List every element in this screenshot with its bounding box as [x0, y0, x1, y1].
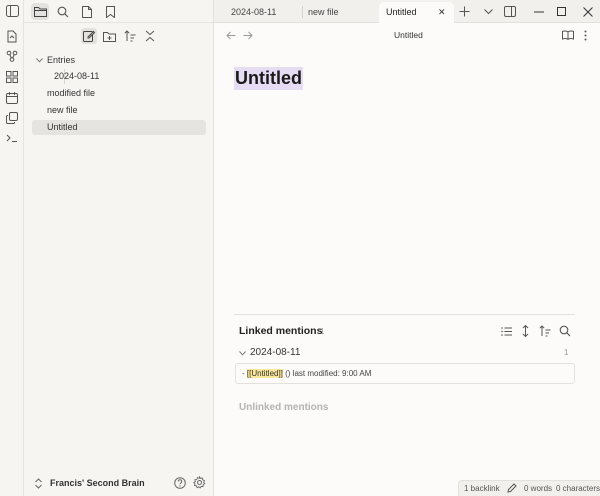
help-icon[interactable]: [174, 477, 186, 489]
backlink-count[interactable]: 1 backlink: [464, 481, 500, 496]
tab-bar: 2024-08-11 new file Untitled ✕: [214, 0, 600, 23]
mention-result[interactable]: - [[Untitled]] () last modified: 9:00 AM: [235, 363, 575, 384]
new-folder-icon[interactable]: [101, 28, 117, 44]
file-label: modified file: [47, 88, 96, 98]
file-icon[interactable]: [78, 3, 96, 20]
new-note-icon[interactable]: [81, 28, 97, 44]
graph-view-icon[interactable]: [5, 49, 19, 63]
folder-entries[interactable]: Entries: [34, 53, 206, 68]
tab-label: 2024-08-11: [231, 7, 277, 17]
tab-untitled[interactable]: Untitled ✕: [379, 2, 454, 23]
forward-arrow-icon[interactable]: [241, 28, 255, 42]
sort-icon[interactable]: [122, 28, 138, 44]
vault-switcher-bar: Francis' Second Brain: [24, 472, 214, 496]
file-sync-icon[interactable]: [5, 29, 19, 43]
bookmark-icon[interactable]: [101, 3, 119, 20]
mention-suffix: () last modified: 9:00 AM: [282, 369, 372, 378]
search-icon[interactable]: [558, 324, 572, 338]
folder-label: Entries: [47, 55, 76, 65]
chevron-down-icon: [239, 351, 246, 356]
tab-label: new file: [308, 7, 339, 17]
tab-list-chevron-icon[interactable]: [481, 4, 496, 19]
chevron-down-icon: [36, 58, 43, 63]
vault-switcher-icon[interactable]: [35, 478, 42, 489]
list-icon[interactable]: [499, 324, 513, 338]
right-sidebar-toggle-icon[interactable]: [502, 4, 517, 19]
close-tab-icon[interactable]: ✕: [438, 2, 446, 22]
search-icon[interactable]: [54, 3, 72, 20]
file-label: Untitled: [47, 122, 78, 132]
left-ribbon: [0, 0, 24, 496]
file-item-modified-file[interactable]: modified file: [47, 86, 95, 101]
word-count: 0 words: [524, 484, 553, 493]
copy-icon[interactable]: [5, 111, 19, 125]
expand-vertical-icon[interactable]: [518, 324, 532, 338]
tab-2024-08-11[interactable]: 2024-08-11: [217, 2, 303, 23]
note-title[interactable]: Untitled: [234, 67, 303, 90]
new-tab-icon[interactable]: [457, 4, 472, 19]
terminal-icon[interactable]: [5, 131, 19, 145]
back-arrow-icon[interactable]: [224, 28, 238, 42]
file-label: new file: [47, 105, 78, 115]
sidebar-toggle-icon[interactable]: [5, 4, 19, 18]
tab-label: Untitled: [386, 7, 417, 17]
edit-mode-icon[interactable]: [507, 483, 517, 493]
file-explorer-sidebar: Entries 2024-08-11 modified file new fil…: [24, 0, 214, 496]
sidebar-tab-header: [24, 0, 214, 23]
sort-icon[interactable]: [538, 324, 552, 338]
character-count: 0 characters: [556, 484, 600, 493]
linked-mentions-count: 1: [320, 327, 325, 336]
tab-new-file[interactable]: new file: [294, 2, 380, 23]
reading-view-icon[interactable]: [561, 28, 575, 42]
mention-link-highlight[interactable]: [[Untitled]]: [246, 369, 283, 378]
file-item-untitled[interactable]: Untitled: [32, 120, 206, 135]
settings-gear-icon[interactable]: [193, 476, 206, 489]
file-label: 2024-08-11: [54, 71, 100, 81]
maximize-window-icon[interactable]: [554, 4, 569, 19]
backlinks-divider: [234, 314, 575, 315]
plugins-icon[interactable]: [5, 70, 19, 84]
linked-mentions-title[interactable]: Linked mentions: [239, 325, 322, 337]
minimize-window-icon[interactable]: [531, 4, 546, 19]
file-item-new-file[interactable]: new file: [47, 103, 78, 118]
unlinked-mentions-title[interactable]: Unlinked mentions: [239, 402, 328, 413]
vault-name[interactable]: Francis' Second Brain: [50, 478, 145, 488]
collapse-all-icon[interactable]: [142, 28, 158, 44]
file-item-2024-08-11[interactable]: 2024-08-11: [54, 69, 99, 84]
status-bar: 1 backlink 0 words 0 characters: [458, 480, 600, 496]
mention-group-count: 1: [564, 348, 569, 357]
calendar-icon[interactable]: [5, 91, 19, 105]
view-header: Untitled: [214, 24, 600, 46]
mention-group-name: 2024-08-11: [250, 347, 301, 358]
folder-icon[interactable]: [31, 3, 49, 20]
close-window-icon[interactable]: [580, 4, 595, 19]
view-header-title[interactable]: Untitled: [394, 30, 423, 40]
more-options-icon[interactable]: [578, 28, 592, 42]
